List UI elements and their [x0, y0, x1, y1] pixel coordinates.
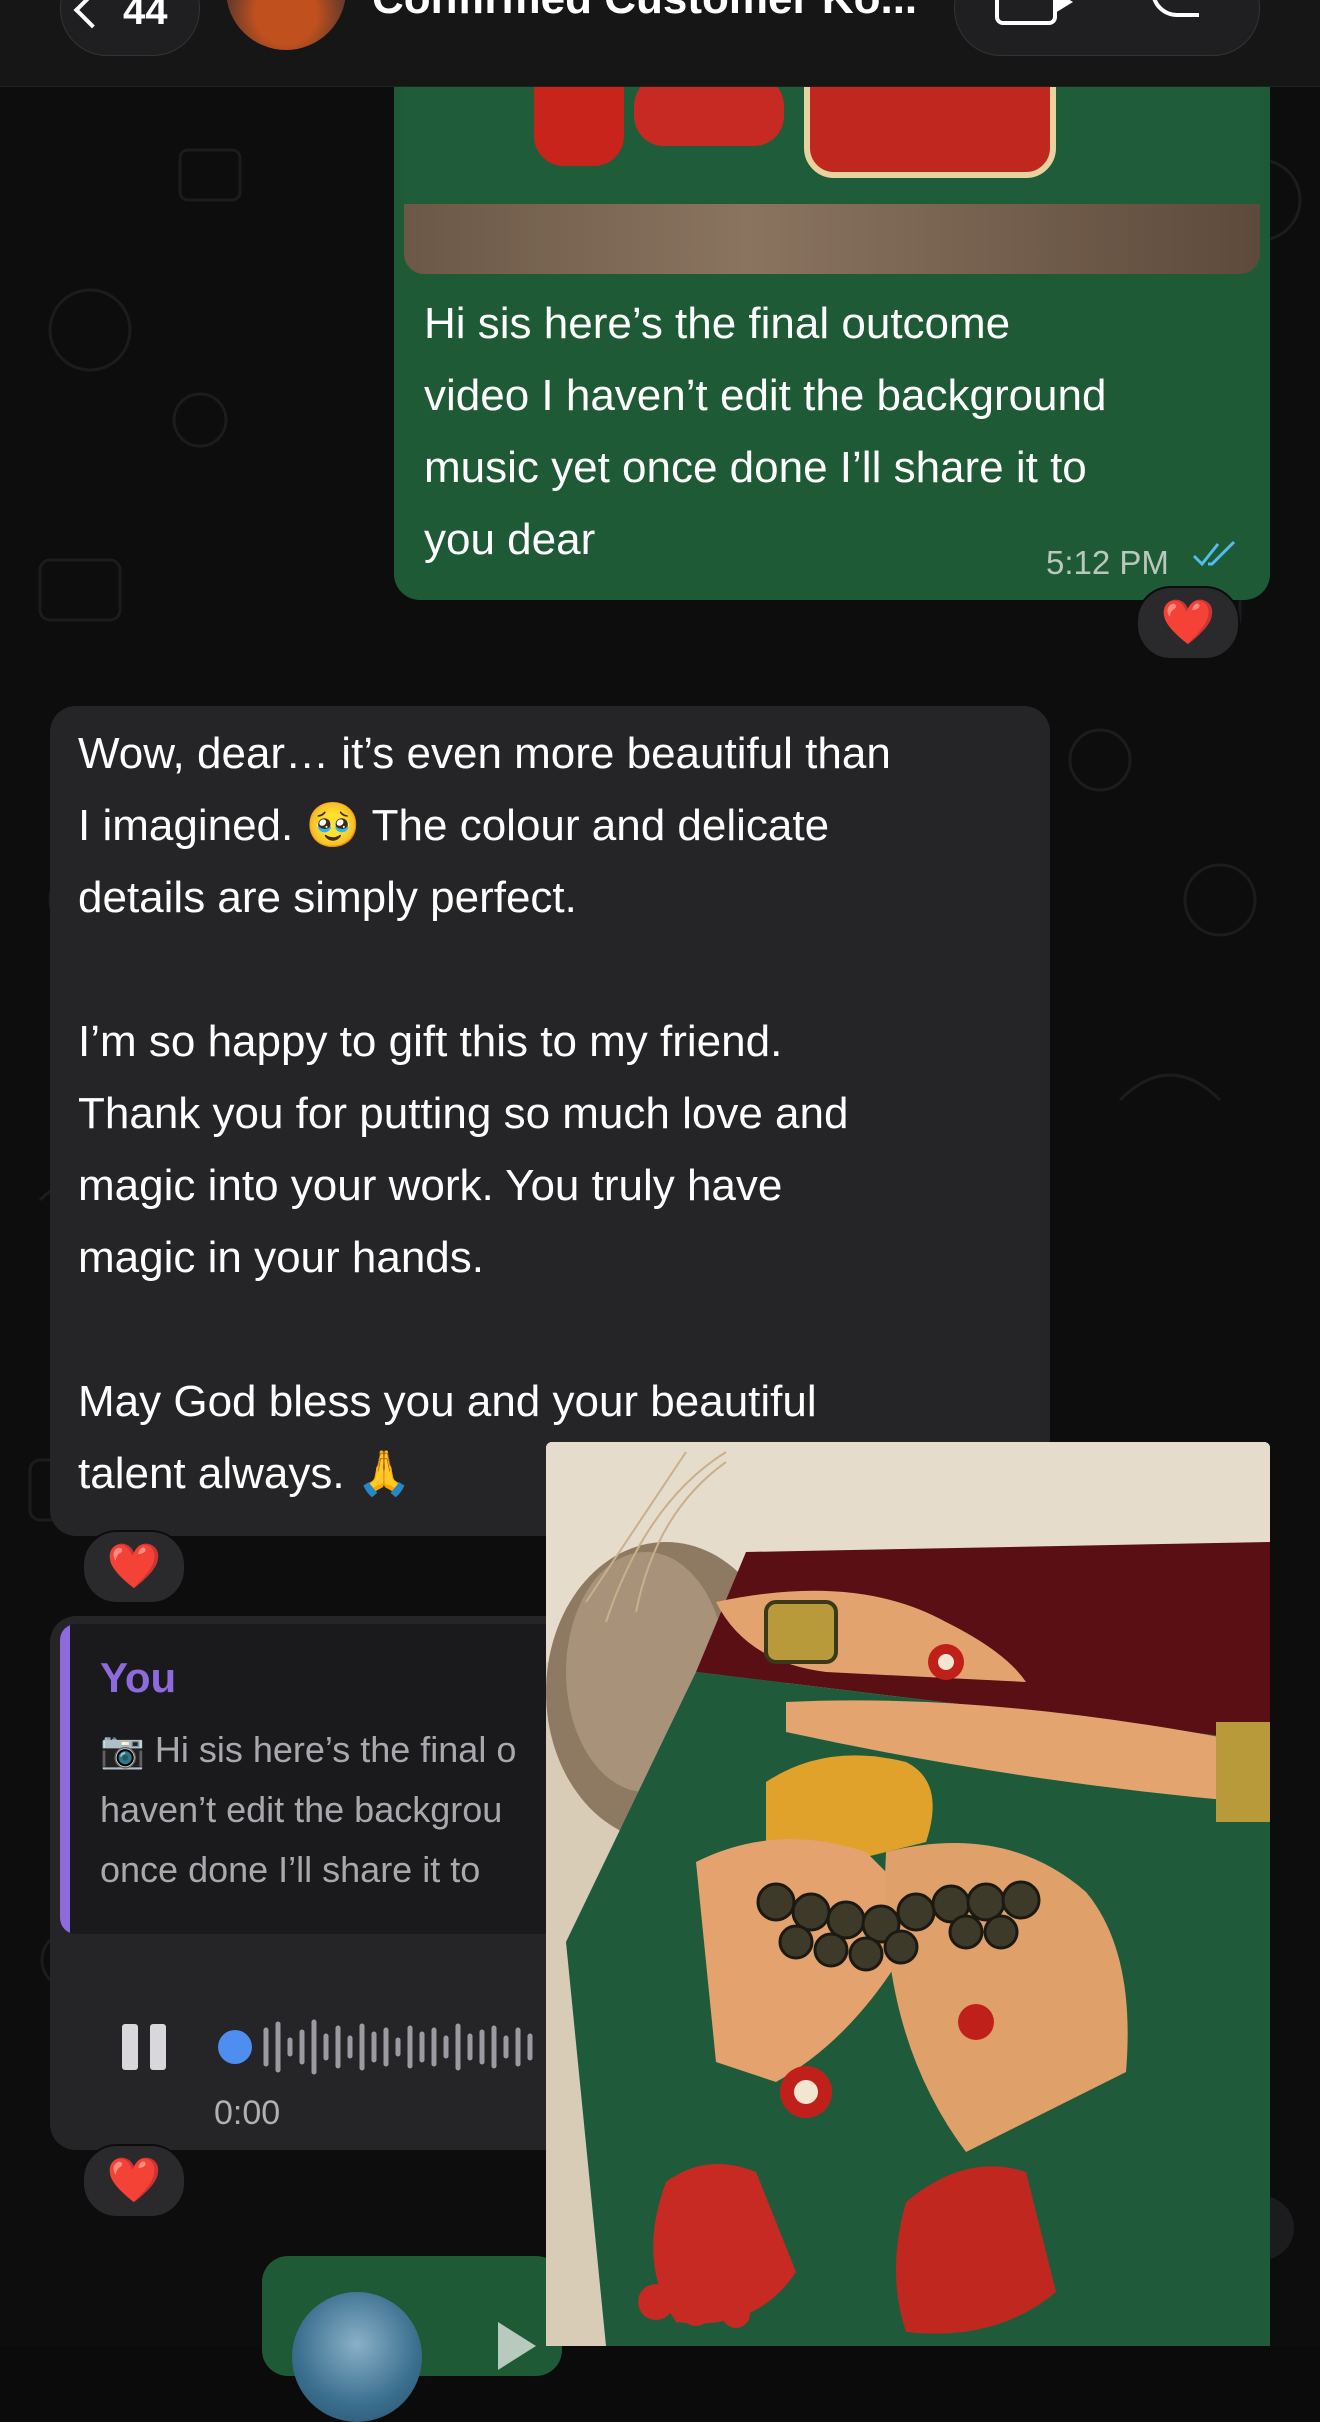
- contact-avatar[interactable]: [226, 0, 346, 50]
- chat-header: 44 Confirmed Customer Ko...: [0, 0, 1320, 87]
- call-buttons: [954, 0, 1260, 56]
- painted-toes: [634, 86, 784, 146]
- quoted-text: 📷 Hi sis here’s the final o haven’t edit…: [100, 1729, 517, 1890]
- contact-name[interactable]: Confirmed Customer Ko...: [372, 0, 917, 24]
- outgoing-message-text: Hi sis here’s the final outcome video I …: [424, 299, 1107, 564]
- double-check-icon: [1192, 540, 1238, 579]
- reaction-heart-audio[interactable]: ❤️: [82, 2144, 186, 2218]
- audio-duration: 0:00: [214, 2094, 281, 2132]
- outgoing-message-time: 5:12 PM: [1046, 544, 1169, 581]
- back-button[interactable]: 44: [60, 0, 200, 56]
- video-preview-overlay[interactable]: [546, 1442, 1270, 2346]
- painting-photo-top[interactable]: [404, 86, 1260, 274]
- phone-icon[interactable]: [1151, 0, 1199, 17]
- unread-count: 44: [123, 0, 168, 33]
- video-camera-icon[interactable]: [995, 0, 1073, 25]
- painted-foot-right: [804, 86, 1056, 178]
- pause-icon[interactable]: [122, 2024, 168, 2070]
- video-thumbnail[interactable]: [292, 2292, 422, 2422]
- chevron-left-icon: [73, 0, 111, 29]
- painted-foot: [534, 86, 624, 166]
- quoted-message[interactable]: You 📷 Hi sis here’s the final o haven’t …: [60, 1624, 580, 1934]
- painting-photo: [546, 1442, 1270, 2346]
- play-icon[interactable]: [498, 2322, 536, 2370]
- quoted-author: You: [100, 1654, 177, 1701]
- reaction-heart-incoming[interactable]: ❤️: [82, 1530, 186, 1604]
- incoming-message-text: Wow, dear… it’s even more beautiful than…: [78, 729, 891, 1498]
- reaction-heart-outgoing[interactable]: ❤️: [1136, 586, 1240, 660]
- wooden-table: [404, 204, 1260, 274]
- audio-progress-handle[interactable]: [218, 2030, 252, 2064]
- audio-waveform[interactable]: [258, 2010, 548, 2084]
- quote-accent-bar: [60, 1624, 70, 1934]
